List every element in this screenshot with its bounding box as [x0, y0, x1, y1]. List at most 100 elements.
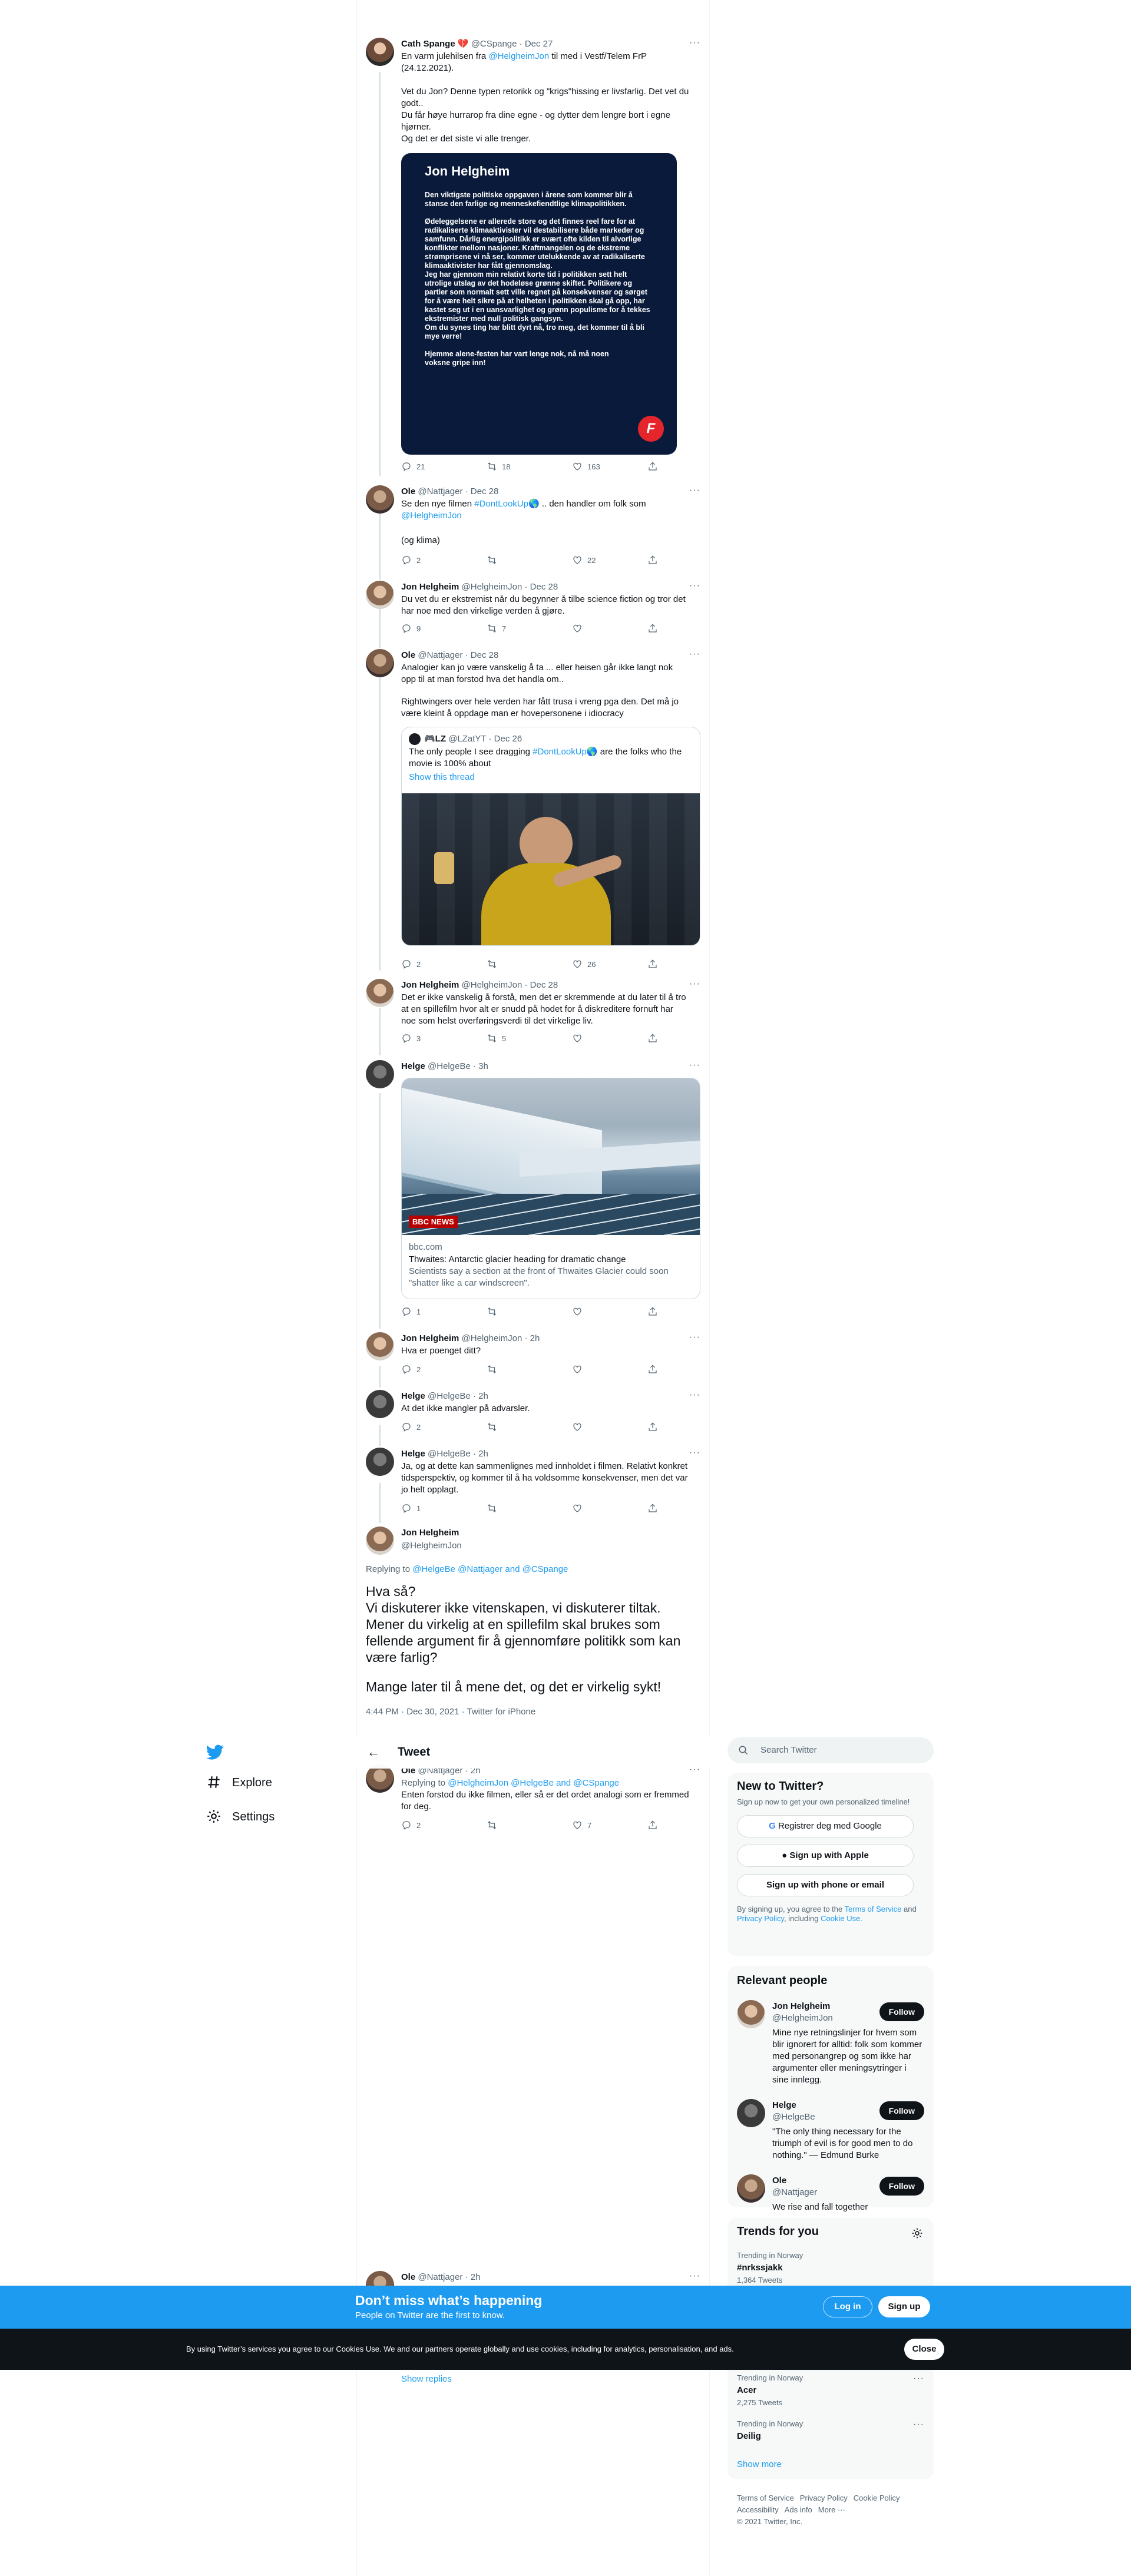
more-icon[interactable]: ···	[689, 649, 700, 660]
author-name[interactable]: Ole	[401, 650, 415, 660]
share-button[interactable]	[647, 1364, 663, 1376]
hashtag-link[interactable]: #DontLookUp	[474, 499, 528, 509]
avatar[interactable]	[366, 1527, 394, 1555]
share-button[interactable]	[647, 1306, 663, 1318]
google-signup-button[interactable]: G Registrer deg med Google	[737, 1815, 914, 1837]
avatar[interactable]	[366, 581, 394, 609]
tweet-jon[interactable]: Jon Helgheim @HelgheimJon · Dec 28 ··· D…	[366, 581, 700, 637]
footer-cookie[interactable]: Cookie Policy	[854, 2494, 900, 2502]
quote-tweet[interactable]: 🎮LZ @LZatYT · Dec 26 The only people I s…	[401, 727, 700, 946]
tweet-cath[interactable]: Cath Spange 💔 @CSpange · Dec 27 ··· En v…	[366, 38, 700, 478]
tweet-date[interactable]: 2h	[478, 1391, 488, 1401]
author-name[interactable]: Ole	[401, 486, 415, 496]
reply-button[interactable]: 2	[401, 1820, 421, 1832]
retweet-button[interactable]: 18	[487, 461, 510, 473]
tweet-image[interactable]: Jon Helgheim Den viktigste politiske opp…	[401, 153, 677, 455]
author-name[interactable]: Jon Helgheim	[401, 582, 459, 592]
person-card[interactable]: Ole @Nattjager Follow We rise and fall t…	[727, 2174, 934, 2212]
author-name[interactable]: Jon Helgheim	[401, 1333, 459, 1343]
footer-terms[interactable]: Terms of Service	[737, 2494, 794, 2502]
reply-button[interactable]: 1	[401, 1306, 421, 1318]
share-button[interactable]	[647, 959, 663, 971]
person-handle[interactable]: @Nattjager	[772, 2187, 817, 2197]
person-card[interactable]: Helge @HelgeBe Follow "The only thing ne…	[727, 2099, 934, 2164]
tweet-date[interactable]: Dec 28	[530, 582, 558, 592]
retweet-button[interactable]	[487, 1820, 502, 1832]
more-icon[interactable]: ···	[689, 581, 700, 591]
retweet-button[interactable]	[487, 1422, 502, 1433]
avatar[interactable]	[737, 2099, 765, 2127]
terms-link[interactable]: Terms of Service	[845, 1905, 902, 1913]
tweet-date[interactable]: Dec 28	[471, 486, 499, 496]
share-button[interactable]	[647, 1503, 663, 1515]
show-replies-link[interactable]: Show replies	[401, 2374, 452, 2384]
footer-privacy[interactable]: Privacy Policy	[800, 2494, 848, 2502]
follow-button[interactable]: Follow	[879, 2101, 924, 2120]
tweet-date[interactable]: 3h	[478, 1061, 488, 1071]
signup-button[interactable]: Sign up	[878, 2296, 930, 2317]
retweet-button[interactable]	[487, 1364, 502, 1376]
mention-link[interactable]: @HelgheimJon	[488, 51, 549, 61]
tweet-date[interactable]: Dec 28	[530, 980, 558, 990]
reply-button[interactable]: 2	[401, 1422, 421, 1433]
privacy-link[interactable]: Privacy Policy	[737, 1914, 784, 1923]
person-name[interactable]: Ole	[772, 2176, 786, 2186]
author-handle[interactable]: @Nattjager	[418, 650, 462, 660]
more-icon[interactable]: ···	[913, 2419, 924, 2430]
author-name[interactable]: Ole	[401, 2272, 415, 2282]
author-handle[interactable]: @HelgeBe	[428, 1061, 471, 1071]
person-name[interactable]: Helge	[772, 2100, 796, 2110]
reply-button[interactable]: 3	[401, 1033, 421, 1045]
reply-button[interactable]: 2	[401, 1364, 421, 1376]
more-icon[interactable]: ···	[689, 1332, 700, 1343]
tweet-ole[interactable]: Ole @Nattjager · 2h ··· Replying to @Hel…	[366, 1764, 700, 1835]
share-button[interactable]	[647, 623, 663, 635]
trend-item[interactable]: Trending in Norway Acer 2,275 Tweets ···	[727, 2373, 934, 2415]
author-name[interactable]: Jon Helgheim	[401, 980, 459, 990]
avatar[interactable]	[366, 485, 394, 514]
nav-explore[interactable]: Explore	[206, 1768, 272, 1797]
person-handle[interactable]: @HelgheimJon	[772, 2013, 833, 2023]
more-icon[interactable]: ···	[689, 1390, 700, 1400]
like-button[interactable]	[572, 1364, 587, 1376]
tweet-jon[interactable]: Jon Helgheim @HelgheimJon · Dec 28 ··· D…	[366, 979, 700, 1047]
like-button[interactable]: 22	[572, 555, 596, 567]
tweet-meta[interactable]: 4:44 PM · Dec 30, 2021 · Twitter for iPh…	[366, 1707, 535, 1717]
author-handle[interactable]: @HelgeBe	[428, 1391, 471, 1401]
reply-button[interactable]: 2	[401, 555, 421, 567]
person-handle[interactable]: @HelgeBe	[772, 2112, 815, 2122]
login-button[interactable]: Log in	[823, 2296, 872, 2317]
like-button[interactable]	[572, 1033, 587, 1045]
author-handle[interactable]: @Nattjager	[418, 486, 462, 496]
tweet-helge[interactable]: Helge @HelgeBe · 3h ··· BBC NEWS bbc.com…	[366, 1060, 700, 1318]
share-button[interactable]	[647, 1422, 663, 1433]
like-button[interactable]	[572, 1422, 587, 1433]
avatar[interactable]	[366, 979, 394, 1007]
more-icon[interactable]: ···	[689, 2271, 700, 2282]
reply-button[interactable]: 9	[401, 623, 421, 635]
like-button[interactable]	[572, 623, 587, 635]
more-icon[interactable]: ···	[689, 1448, 700, 1458]
avatar[interactable]	[737, 2174, 765, 2203]
tweet-ole[interactable]: Ole @Nattjager · Dec 28 ··· Analogier ka…	[366, 649, 700, 972]
author-name[interactable]: Helge	[401, 1391, 425, 1401]
tweet-date[interactable]: Dec 27	[525, 39, 553, 49]
tweet-date[interactable]: Dec 28	[471, 650, 499, 660]
more-icon[interactable]: ···	[913, 2373, 924, 2384]
phone-signup-button[interactable]: Sign up with phone or email	[737, 1874, 914, 1896]
tweet-helge[interactable]: Helge @HelgeBe · 2h ··· Ja, og at dette …	[366, 1448, 700, 1516]
back-arrow-icon[interactable]: ←	[367, 1744, 380, 1760]
avatar[interactable]	[366, 1390, 394, 1418]
avatar[interactable]	[366, 1764, 394, 1793]
retweet-button[interactable]	[487, 555, 502, 567]
avatar[interactable]	[366, 1332, 394, 1360]
author-handle[interactable]: @HelgheimJon	[462, 980, 522, 990]
like-button[interactable]: 163	[572, 461, 600, 473]
author-handle[interactable]: @HelgheimJon	[462, 582, 522, 592]
cookie-link[interactable]: Cookie Use.	[821, 1914, 862, 1923]
author-handle[interactable]: @HelgeBe	[428, 1449, 471, 1459]
mention-link[interactable]: @HelgheimJon	[401, 511, 462, 521]
avatar[interactable]	[737, 2000, 765, 2028]
more-icon[interactable]: ···	[689, 1060, 700, 1071]
like-button[interactable]	[572, 1503, 587, 1515]
